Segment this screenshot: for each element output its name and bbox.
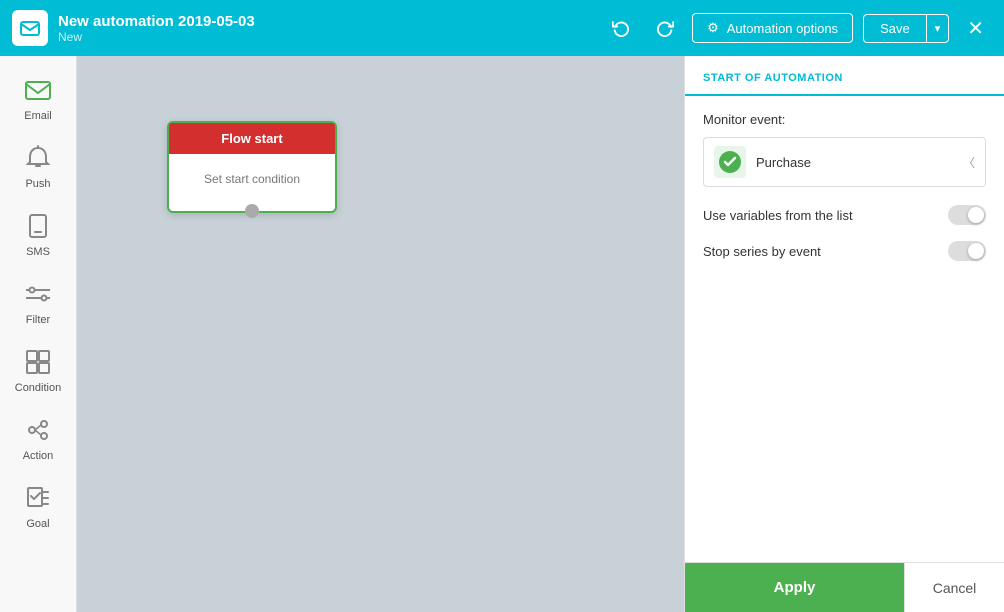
automation-status: New xyxy=(58,30,594,44)
sms-label: SMS xyxy=(26,246,50,258)
action-label: Action xyxy=(23,450,54,462)
filter-icon xyxy=(22,278,54,310)
panel-footer: Apply Cancel xyxy=(685,562,1004,612)
toggle-variables[interactable] xyxy=(948,205,986,225)
toggle-variables-row: Use variables from the list xyxy=(703,205,986,225)
sidebar: Email Push SMS xyxy=(0,56,77,612)
condition-icon xyxy=(22,346,54,378)
sidebar-item-action[interactable]: Action xyxy=(4,406,72,470)
title-block: New automation 2019-05-03 New xyxy=(58,13,594,44)
toggle-series[interactable] xyxy=(948,241,986,261)
automation-options-label: Automation options xyxy=(727,21,838,36)
sidebar-item-sms[interactable]: SMS xyxy=(4,202,72,266)
toggle-variables-label: Use variables from the list xyxy=(703,208,853,223)
flow-card-body: Set start condition xyxy=(169,154,335,204)
flow-connector xyxy=(245,204,259,218)
flow-start-card[interactable]: Flow start Set start condition xyxy=(167,121,337,213)
close-icon: ✕ xyxy=(967,18,984,40)
undo-button[interactable] xyxy=(604,13,638,43)
toggle-series-row: Stop series by event xyxy=(703,241,986,261)
event-selector[interactable]: Purchase 〈 xyxy=(703,137,986,187)
panel-section-title: START OF AUTOMATION xyxy=(703,72,986,84)
sidebar-item-goal[interactable]: Goal xyxy=(4,474,72,538)
save-dropdown-button[interactable]: ▾ xyxy=(926,14,950,43)
sidebar-item-condition[interactable]: Condition xyxy=(4,338,72,402)
sidebar-item-push[interactable]: Push xyxy=(4,134,72,198)
goal-label: Goal xyxy=(26,518,49,530)
email-icon xyxy=(22,74,54,106)
sidebar-item-filter[interactable]: Filter xyxy=(4,270,72,334)
apply-button[interactable]: Apply xyxy=(685,563,904,612)
push-label: Push xyxy=(25,178,50,190)
chevron-down-icon: ▾ xyxy=(935,23,941,35)
save-button-group: Save ▾ xyxy=(863,14,949,43)
save-button[interactable]: Save xyxy=(863,14,926,43)
panel-content: Monitor event: Purchase 〈 Use variables … xyxy=(685,96,1004,562)
automation-title: New automation 2019-05-03 xyxy=(58,13,594,30)
app-logo xyxy=(12,10,48,46)
goal-icon xyxy=(22,482,54,514)
action-icon xyxy=(22,414,54,446)
flow-card-header: Flow start xyxy=(169,123,335,154)
email-label: Email xyxy=(24,110,52,122)
redo-button[interactable] xyxy=(648,13,682,43)
event-chevron-icon: 〈 xyxy=(963,154,975,171)
filter-label: Filter xyxy=(26,314,50,326)
panel-header: START OF AUTOMATION xyxy=(685,56,1004,96)
canvas[interactable]: Flow start Set start condition xyxy=(77,56,684,612)
header: New automation 2019-05-03 New ⚙ Automati… xyxy=(0,0,1004,56)
event-purchase-icon xyxy=(714,146,746,178)
main-layout: Email Push SMS xyxy=(0,56,1004,612)
sms-icon xyxy=(22,210,54,242)
automation-options-button[interactable]: ⚙ Automation options xyxy=(692,13,853,43)
close-button[interactable]: ✕ xyxy=(959,12,992,45)
monitor-event-label: Monitor event: xyxy=(703,112,986,127)
push-icon xyxy=(22,142,54,174)
event-name: Purchase xyxy=(756,155,953,170)
cancel-button[interactable]: Cancel xyxy=(904,563,1004,612)
right-panel: START OF AUTOMATION Monitor event: Purch… xyxy=(684,56,1004,612)
sidebar-item-email[interactable]: Email xyxy=(4,66,72,130)
toggle-series-label: Stop series by event xyxy=(703,244,821,259)
condition-label: Condition xyxy=(15,382,61,394)
gear-icon: ⚙ xyxy=(707,20,719,36)
